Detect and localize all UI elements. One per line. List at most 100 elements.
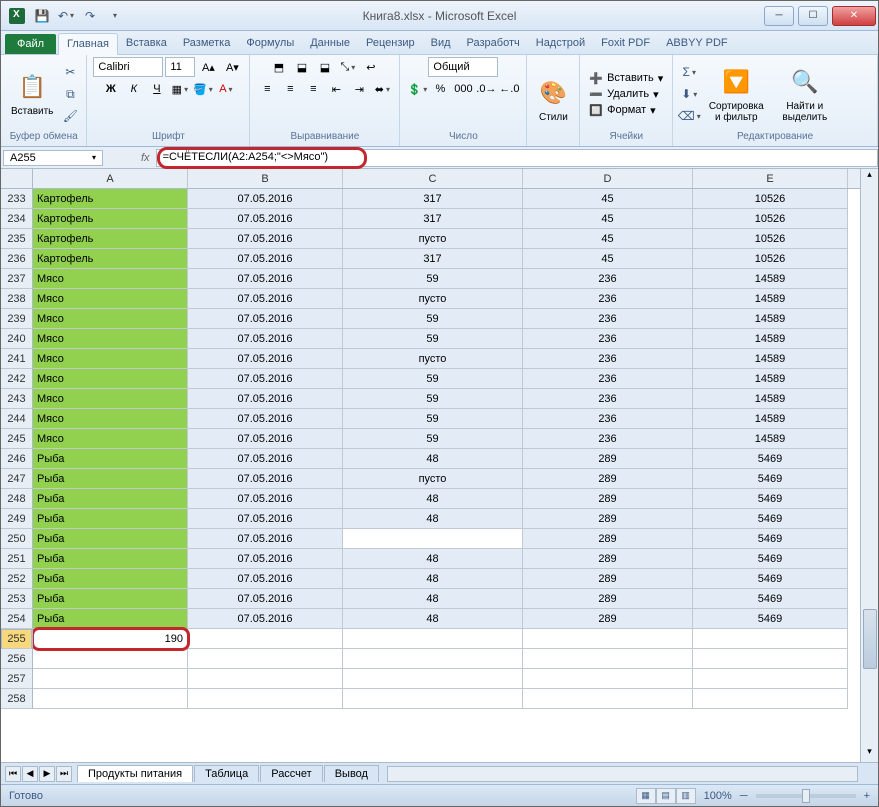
sheet-nav-last[interactable]: ⏭ [56, 766, 72, 782]
cell[interactable]: Мясо [33, 329, 188, 349]
row-header[interactable]: 253 [1, 589, 32, 609]
cell[interactable]: 14589 [693, 409, 848, 429]
cell[interactable] [523, 629, 693, 649]
view-layout[interactable]: ▤ [656, 788, 676, 804]
cell[interactable]: 10526 [693, 209, 848, 229]
cell[interactable]: 5469 [693, 449, 848, 469]
cell[interactable]: 07.05.2016 [188, 489, 343, 509]
sheet-tab-active[interactable]: Продукты питания [77, 765, 193, 782]
format-painter[interactable]: 🖌 [60, 106, 80, 126]
select-all[interactable] [1, 169, 33, 189]
cell[interactable]: 07.05.2016 [188, 269, 343, 289]
cell[interactable]: 236 [523, 269, 693, 289]
row-header[interactable]: 249 [1, 509, 32, 529]
ribbon-tab[interactable]: Разметка [175, 33, 239, 54]
delete-cells[interactable]: ➖ Удалить ▾ [586, 87, 666, 102]
sheet-nav-next[interactable]: ▶ [39, 766, 55, 782]
sort-filter[interactable]: 🔽 Сортировка и фильтр [702, 64, 770, 125]
col-header[interactable]: A [33, 169, 188, 188]
cell[interactable]: 07.05.2016 [188, 589, 343, 609]
cell[interactable]: 236 [523, 369, 693, 389]
qat-save[interactable]: 💾 [31, 5, 53, 27]
cell[interactable]: пусто [343, 229, 523, 249]
row-header[interactable]: 255 [1, 629, 32, 649]
cut-button[interactable]: ✂ [60, 62, 80, 82]
font-color[interactable]: A [215, 79, 237, 99]
align-right[interactable]: ≡ [302, 79, 324, 99]
cell[interactable]: 07.05.2016 [188, 609, 343, 629]
ribbon-tab[interactable]: Foxit PDF [593, 33, 658, 54]
row-header[interactable]: 245 [1, 429, 32, 449]
row-header[interactable]: 234 [1, 209, 32, 229]
cell[interactable]: 48 [343, 589, 523, 609]
dec-decimal[interactable]: ←.0 [498, 79, 520, 99]
cell[interactable]: 14589 [693, 289, 848, 309]
cell[interactable]: 07.05.2016 [188, 529, 343, 549]
cell[interactable]: 45 [523, 229, 693, 249]
row-header[interactable]: 233 [1, 189, 32, 209]
ribbon-tab[interactable]: Главная [58, 33, 118, 55]
cell[interactable] [343, 669, 523, 689]
cell[interactable] [693, 629, 848, 649]
cell[interactable]: 07.05.2016 [188, 409, 343, 429]
sheet-tab[interactable]: Рассчет [260, 765, 323, 782]
cell[interactable] [188, 669, 343, 689]
cell[interactable] [33, 669, 188, 689]
cell[interactable]: Рыба [33, 609, 188, 629]
cell[interactable]: 07.05.2016 [188, 229, 343, 249]
cell[interactable] [343, 689, 523, 709]
cell[interactable]: 10526 [693, 189, 848, 209]
cell[interactable]: 14589 [693, 329, 848, 349]
cell[interactable]: 5469 [693, 549, 848, 569]
cell[interactable]: 190 [33, 629, 188, 649]
cell[interactable]: Мясо [33, 349, 188, 369]
qat-undo[interactable]: ↶ [55, 5, 77, 27]
cell[interactable]: 236 [523, 389, 693, 409]
find-select[interactable]: 🔍 Найти и выделить [773, 64, 836, 125]
inc-decimal[interactable]: .0→ [475, 79, 497, 99]
cell[interactable] [33, 689, 188, 709]
cell[interactable]: 07.05.2016 [188, 369, 343, 389]
col-header[interactable]: C [343, 169, 523, 188]
cell[interactable]: 14589 [693, 429, 848, 449]
bold-button[interactable]: Ж [100, 79, 122, 99]
cell[interactable] [523, 689, 693, 709]
cell[interactable]: 07.05.2016 [188, 469, 343, 489]
cell[interactable]: 48 [343, 489, 523, 509]
col-header[interactable]: D [523, 169, 693, 188]
align-left[interactable]: ≡ [256, 79, 278, 99]
row-header[interactable]: 247 [1, 469, 32, 489]
cell[interactable]: 07.05.2016 [188, 329, 343, 349]
scroll-thumb[interactable] [863, 609, 877, 669]
cell[interactable]: 45 [523, 209, 693, 229]
cell[interactable]: 59 [343, 309, 523, 329]
col-header[interactable]: E [693, 169, 848, 188]
font-size[interactable] [165, 57, 195, 77]
cell[interactable]: 289 [523, 509, 693, 529]
autosum[interactable]: Σ [679, 62, 699, 82]
close-button[interactable]: ✕ [832, 6, 876, 26]
cell[interactable]: Картофель [33, 189, 188, 209]
row-header[interactable]: 252 [1, 569, 32, 589]
cell[interactable] [343, 629, 523, 649]
align-bottom[interactable]: ⬓ [314, 57, 336, 77]
sheet-tab[interactable]: Таблица [194, 765, 259, 782]
view-normal[interactable]: ▦ [636, 788, 656, 804]
row-header[interactable]: 256 [1, 649, 32, 669]
ribbon-tab[interactable]: ABBYY PDF [658, 33, 736, 54]
row-header[interactable]: 250 [1, 529, 32, 549]
row-header[interactable]: 254 [1, 609, 32, 629]
cell[interactable]: 5469 [693, 529, 848, 549]
cell[interactable]: 59 [343, 389, 523, 409]
cell[interactable]: 48 [343, 549, 523, 569]
qat-redo[interactable]: ↷ [79, 5, 101, 27]
row-header[interactable]: 243 [1, 389, 32, 409]
vertical-scrollbar[interactable]: ▴ ▾ [860, 169, 878, 762]
cell[interactable]: пусто [343, 349, 523, 369]
cell[interactable]: 48 [343, 569, 523, 589]
view-break[interactable]: ▥ [676, 788, 696, 804]
cell[interactable]: Картофель [33, 229, 188, 249]
zoom-in[interactable]: + [864, 790, 870, 802]
wrap-text[interactable]: ↩ [360, 57, 382, 77]
align-middle[interactable]: ⬓ [291, 57, 313, 77]
